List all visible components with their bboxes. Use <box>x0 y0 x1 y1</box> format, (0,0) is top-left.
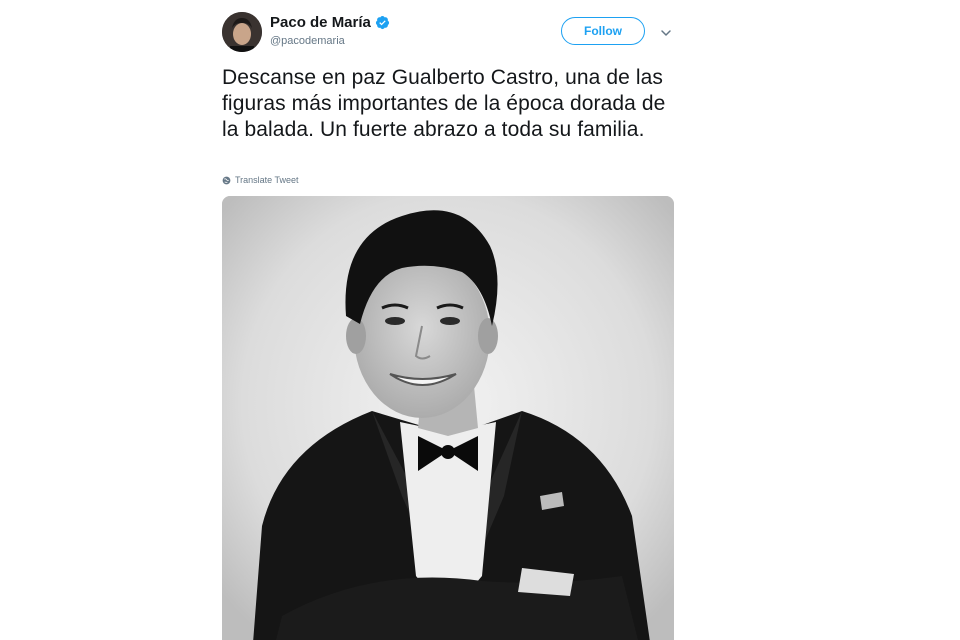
avatar-image <box>222 12 262 52</box>
portrait-image <box>222 196 674 640</box>
name-row[interactable]: Paco de María <box>270 14 390 31</box>
display-name[interactable]: Paco de María <box>270 14 371 31</box>
handle[interactable]: @pacodemaria <box>270 35 345 47</box>
tweet-card: Paco de María @pacodemaria Follow Descan… <box>222 0 690 640</box>
tweet-photo[interactable] <box>222 196 674 640</box>
verified-badge-icon <box>375 15 390 30</box>
tweet-text: Descanse en paz Gualberto Castro, una de… <box>222 66 666 141</box>
avatar[interactable] <box>222 12 262 52</box>
page: Paco de María @pacodemaria Follow Descan… <box>0 0 960 640</box>
chevron-down-icon[interactable] <box>660 26 672 38</box>
translate-tweet-label[interactable]: Translate Tweet <box>235 175 299 185</box>
translate-tweet-link[interactable]: Translate Tweet <box>222 175 299 185</box>
globe-icon <box>222 176 231 185</box>
follow-button[interactable]: Follow <box>561 17 645 45</box>
